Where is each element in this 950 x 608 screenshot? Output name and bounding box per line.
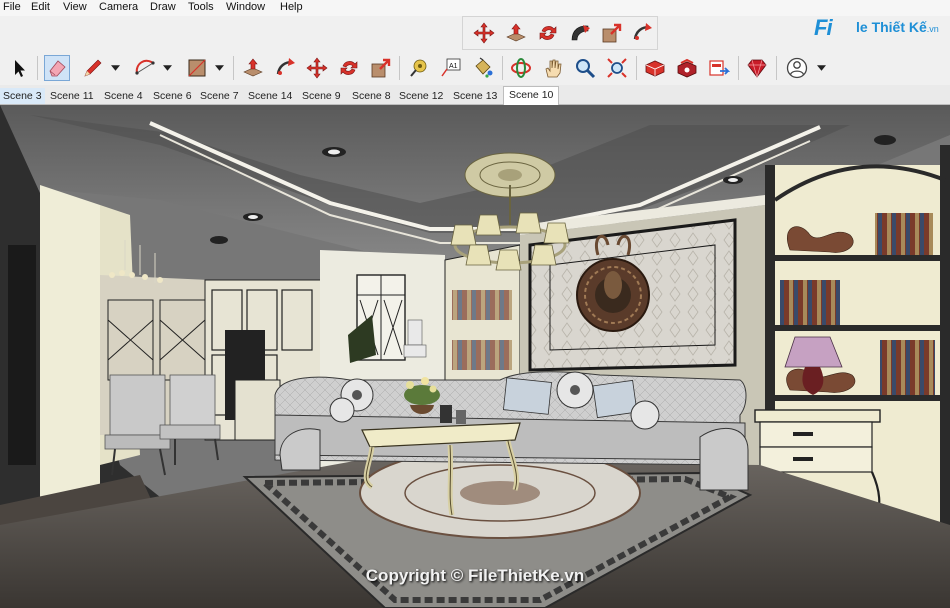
toolbar-separator [233, 56, 234, 80]
copyright-watermark: Copyright © FileThietKe.vn [365, 566, 585, 585]
menu-bar: File Edit View Camera Draw Tools Window Help [0, 0, 950, 16]
chevron-down-icon[interactable] [110, 55, 120, 81]
main-toolbar: A1 [0, 51, 950, 85]
send-to-layout-icon[interactable] [706, 55, 732, 81]
menu-help[interactable]: Help [280, 1, 303, 13]
menu-window[interactable]: Window [226, 1, 265, 13]
scene-tab-scene-10[interactable]: Scene 10 [503, 86, 560, 105]
menu-tools[interactable]: Tools [188, 1, 214, 13]
menu-edit[interactable]: Edit [31, 1, 50, 13]
paint-bucket-icon[interactable] [470, 55, 496, 81]
scene-tabs: Scene 3 Scene 11 Scene 4 Scene 6 Scene 7 Scen… [0, 85, 950, 105]
eraser-icon[interactable] [44, 55, 70, 81]
svg-text:A1: A1 [449, 63, 458, 70]
select-arrow-icon[interactable] [6, 55, 32, 81]
logo-name: le Thiết Kế.vn [856, 19, 939, 35]
toolbar-separator [738, 56, 739, 80]
scene-tab-scene-13[interactable]: Scene 13 [453, 88, 497, 104]
scene-tab-scene-7[interactable]: Scene 7 [200, 88, 239, 104]
menu-view[interactable]: View [63, 1, 87, 13]
follow-me-icon[interactable] [567, 20, 593, 46]
pan-hand-icon[interactable] [540, 55, 566, 81]
toolbar-separator [776, 56, 777, 80]
scale-icon[interactable] [368, 55, 394, 81]
move-icon[interactable] [304, 55, 330, 81]
arc-icon[interactable] [132, 55, 158, 81]
scene-tab-scene-6[interactable]: Scene 6 [153, 88, 192, 104]
scene-tab-scene-8[interactable]: Scene 8 [352, 88, 391, 104]
text-label-icon[interactable]: A1 [438, 55, 464, 81]
3d-warehouse-icon[interactable] [642, 55, 668, 81]
rotate-icon[interactable] [336, 55, 362, 81]
user-account-icon[interactable] [784, 55, 810, 81]
move-icon[interactable] [471, 20, 497, 46]
pencil-line-icon[interactable] [80, 55, 106, 81]
rotate-icon[interactable] [535, 20, 561, 46]
filethietke-logo: Fi le Thiết Kế.vn [812, 14, 950, 40]
extension-warehouse-icon[interactable] [674, 55, 700, 81]
chevron-down-icon[interactable] [816, 55, 826, 81]
scene-tab-scene-11[interactable]: Scene 11 [50, 88, 94, 104]
tape-measure-icon[interactable] [406, 55, 432, 81]
scale-icon[interactable] [599, 20, 625, 46]
3d-viewport[interactable] [0, 105, 950, 608]
scene-tab-scene-12[interactable]: Scene 12 [399, 88, 443, 104]
toolbar-separator [399, 56, 400, 80]
zoom-extents-icon[interactable] [604, 55, 630, 81]
chevron-down-icon[interactable] [214, 55, 224, 81]
scene-tab-scene-14[interactable]: Scene 14 [248, 88, 292, 104]
push-pull-icon[interactable] [240, 55, 266, 81]
menu-draw[interactable]: Draw [150, 1, 176, 13]
floating-toolbar [462, 16, 658, 50]
push-pull-icon[interactable] [503, 20, 529, 46]
menu-file[interactable]: File [3, 1, 21, 13]
toolbar-separator [502, 56, 503, 80]
scene-tab-scene-4[interactable]: Scene 4 [104, 88, 143, 104]
scene-tab-scene-9[interactable]: Scene 9 [302, 88, 341, 104]
chevron-down-icon[interactable] [162, 55, 172, 81]
logo-mark: Fi [814, 15, 833, 40]
rectangle-shape-icon[interactable] [184, 55, 210, 81]
orbit-icon[interactable] [508, 55, 534, 81]
follow-me-icon[interactable] [272, 55, 298, 81]
follow-me-arrow-icon[interactable] [629, 20, 655, 46]
zoom-icon[interactable] [572, 55, 598, 81]
toolbar-separator [37, 56, 38, 80]
ruby-console-icon[interactable] [744, 55, 770, 81]
menu-camera[interactable]: Camera [99, 1, 138, 13]
scene-tab-scene-3[interactable]: Scene 3 [0, 88, 45, 104]
toolbar-separator [636, 56, 637, 80]
